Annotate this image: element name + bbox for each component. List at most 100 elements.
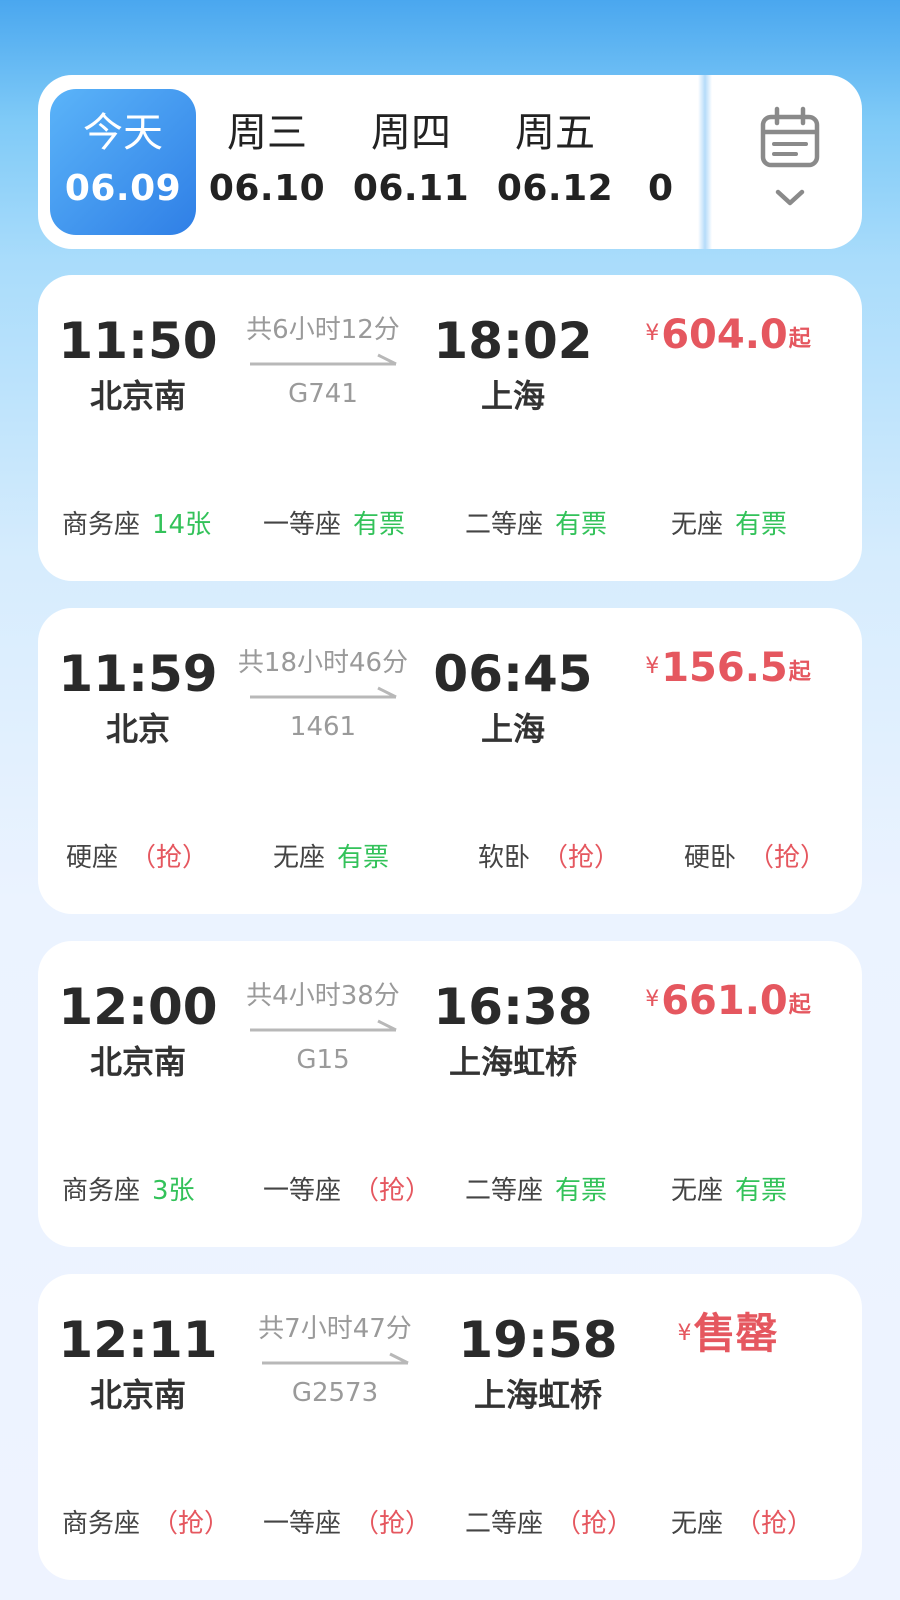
arrival-time: 16:38 [433,978,593,1036]
date-dow: 周四 [371,110,451,156]
seat-type: 一等座 [263,510,342,540]
arrival-station: 上海虹桥 [473,1376,602,1414]
price-value: 156.5 [661,645,788,691]
price-suffix: 起 [788,660,811,685]
seat-status: 3张 [152,1176,195,1206]
seat-item: 无座 （抢） [671,1506,813,1542]
seat-status: （抢） [555,1509,634,1539]
arrow-right-icon [250,1019,397,1032]
seat-status: （抢） [152,1509,231,1539]
seat-item: 商务座 14张 [62,507,211,543]
price-value: 604.0 [661,312,788,358]
chevron-down-icon [775,189,805,206]
date-tab-fri[interactable]: 周五 06.12 [482,89,628,235]
seat-status: 有票 [555,1176,608,1206]
seat-type: 二等座 [465,1509,544,1539]
seat-type: 硬座 [66,843,119,873]
price-currency: ¥ [645,654,660,679]
arrow-right-icon [250,686,397,699]
arrival-station: 上海 [480,377,545,415]
seat-status: 有票 [735,510,788,540]
seat-item: 硬座 （抢） [66,840,208,876]
departure-time: 11:50 [58,312,218,370]
seat-type: 商务座 [62,1509,141,1539]
seat-item: 商务座 （抢） [62,1506,230,1542]
arrival-station: 上海虹桥 [448,1043,577,1081]
train-number: G2573 [291,1378,379,1408]
seat-type: 硬卧 [684,843,737,873]
seat-item: 二等座 有票 [465,1173,607,1209]
date-md: 06.09 [64,168,182,209]
date-selector-bar: 今天 06.09 周三 06.10 周四 06.11 周五 06.12 0 [38,75,862,249]
seat-type: 无座 [273,843,326,873]
seat-status: （抢） [353,1509,432,1539]
price-suffix: 起 [788,993,811,1018]
seat-status: （抢） [542,843,621,873]
seat-type: 商务座 [62,510,141,540]
price-currency: ¥ [677,1321,692,1346]
departure-station: 北京 [105,710,170,748]
seat-type: 软卧 [478,843,531,873]
seat-item: 一等座 有票 [263,507,405,543]
train-card[interactable]: 11:50 北京南 共6小时12分 G741 18:02 上海 ¥604.0起 … [38,275,862,581]
calendar-button[interactable] [716,75,862,249]
date-md: 06.11 [352,168,470,209]
seat-status: （抢） [130,843,209,873]
date-dow: 今天 [83,110,163,156]
trip-duration: 共7小时47分 [258,1314,412,1344]
arrival-time: 18:02 [433,312,593,370]
seat-status: 有票 [337,843,390,873]
seat-item: 软卧 （抢） [478,840,620,876]
seat-item: 一等座 （抢） [263,1173,431,1209]
train-number: G741 [288,379,358,409]
departure-time: 11:59 [58,645,218,703]
train-card[interactable]: 11:59 北京 共18小时46分 1461 06:45 上海 ¥156.5起 … [38,608,862,914]
date-tab-today[interactable]: 今天 06.09 [50,89,196,235]
seat-item: 无座 有票 [273,840,389,876]
arrow-right-icon [262,1352,409,1365]
departure-time: 12:11 [58,1311,218,1369]
arrival-time: 06:45 [433,645,593,703]
seat-status: （抢） [748,843,827,873]
seat-availability: 商务座 3张 一等座 （抢） 二等座 有票 无座 有票 [38,1173,862,1213]
train-number: G15 [296,1045,350,1075]
seat-availability: 商务座 （抢） 一等座 （抢） 二等座 （抢） 无座 （抢） [38,1506,862,1546]
price-suffix: 起 [788,327,811,352]
seat-type: 一等座 [263,1509,342,1539]
seat-type: 无座 [671,1176,724,1206]
price-currency: ¥ [645,987,660,1012]
date-dow: 周三 [227,110,307,156]
seat-item: 商务座 3张 [62,1173,195,1209]
price: ¥604.0起 [638,311,818,359]
seat-item: 二等座 有票 [465,507,607,543]
price-value: 售罄 [693,1309,778,1358]
seat-item: 一等座 （抢） [263,1506,431,1542]
seat-type: 商务座 [62,1176,141,1206]
departure-station: 北京南 [89,1043,186,1081]
trip-duration: 共6小时12分 [246,315,400,345]
train-card[interactable]: 12:00 北京南 共4小时38分 G15 16:38 上海虹桥 ¥661.0起… [38,941,862,1247]
date-md: 06.10 [208,168,326,209]
seat-availability: 硬座 （抢） 无座 有票 软卧 （抢） 硬卧 （抢） [38,840,862,880]
date-tab-wed[interactable]: 周三 06.10 [194,89,340,235]
seat-type: 一等座 [263,1176,342,1206]
seat-item: 无座 有票 [671,507,787,543]
seat-item: 无座 有票 [671,1173,787,1209]
seat-status: 有票 [735,1176,788,1206]
seat-type: 无座 [671,510,724,540]
train-card[interactable]: 12:11 北京南 共7小时47分 G2573 19:58 上海虹桥 ¥售罄 商… [38,1274,862,1580]
date-strip: 今天 06.09 周三 06.10 周四 06.11 周五 06.12 0 [50,89,710,235]
trip-duration: 共18小时46分 [237,648,409,678]
seat-availability: 商务座 14张 一等座 有票 二等座 有票 无座 有票 [38,507,862,547]
departure-station: 北京南 [89,1376,186,1414]
price: ¥661.0起 [638,977,818,1025]
departure-time: 12:00 [58,978,218,1036]
seat-type: 无座 [671,1509,724,1539]
trip-duration: 共4小时38分 [246,981,400,1011]
seat-status: （抢） [353,1176,432,1206]
date-tab-thu[interactable]: 周四 06.11 [338,89,484,235]
departure-station: 北京南 [89,377,186,415]
seat-item: 二等座 （抢） [465,1506,633,1542]
seat-type: 二等座 [465,510,544,540]
date-dow: 周五 [515,110,595,156]
